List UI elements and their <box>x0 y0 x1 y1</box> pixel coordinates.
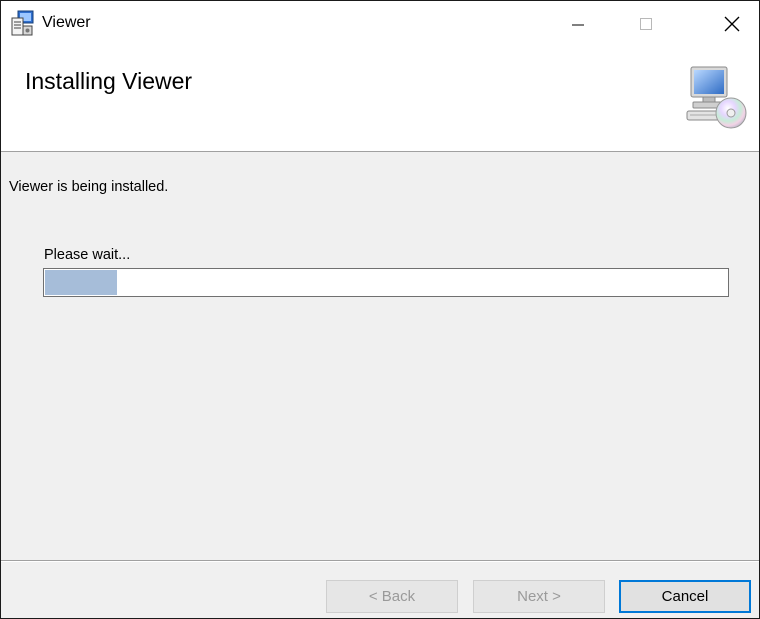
computer-cd-icon <box>686 66 747 129</box>
header-banner: Installing Viewer <box>1 47 759 152</box>
back-button[interactable]: < Back <box>326 580 458 613</box>
installer-icon <box>11 10 34 36</box>
page-title: Installing Viewer <box>25 68 193 94</box>
cancel-button[interactable]: Cancel <box>619 580 751 613</box>
installer-window: Viewer Installing Viewer Viewer is being… <box>0 0 760 619</box>
close-icon <box>724 16 740 32</box>
maximize-button[interactable] <box>617 1 675 47</box>
title-bar[interactable]: Viewer <box>1 1 759 47</box>
progress-fill <box>45 270 117 295</box>
minimize-icon <box>572 24 584 26</box>
status-message: Viewer is being installed. <box>9 179 169 195</box>
progress-label: Please wait... <box>44 247 131 263</box>
window-title: Viewer <box>42 14 91 31</box>
maximize-icon <box>640 18 652 30</box>
minimize-button[interactable] <box>549 1 607 47</box>
install-progress-bar <box>43 268 729 297</box>
next-button[interactable]: Next > <box>473 580 605 613</box>
footer-divider <box>1 560 759 562</box>
close-button[interactable] <box>703 1 759 47</box>
